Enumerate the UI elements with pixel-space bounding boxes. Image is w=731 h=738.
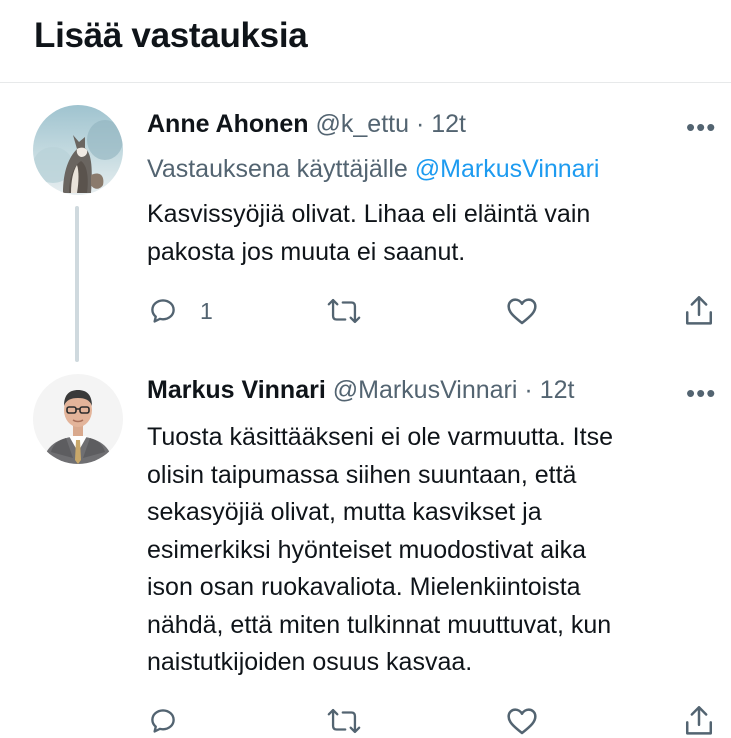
author-handle[interactable]: @k_ettu xyxy=(316,110,409,138)
replying-prefix: Vastauksena käyttäjälle xyxy=(147,155,408,183)
section-header: Lisää vastauksia xyxy=(0,0,731,83)
reply-icon xyxy=(151,709,175,733)
thread-connector-line xyxy=(75,206,79,362)
tweet-text: Tuosta käsittääkseni ei ole varmuutta. I… xyxy=(147,423,613,676)
reply-button[interactable]: 1 xyxy=(148,296,213,326)
section-title: Lisää vastauksia xyxy=(34,16,308,55)
heart-icon xyxy=(507,298,537,325)
reply-count: 1 xyxy=(200,297,213,324)
avatar-anne-ahonen[interactable] xyxy=(33,105,123,195)
tweet-time[interactable]: 12t xyxy=(540,376,575,404)
author-name[interactable]: Markus Vinnari xyxy=(147,376,326,404)
tweet-header: Markus Vinnari @MarkusVinnari · 12t xyxy=(147,376,574,405)
retweet-button[interactable] xyxy=(327,296,361,326)
separator-dot: · xyxy=(524,376,533,404)
separator-dot: · xyxy=(415,110,425,138)
share-button[interactable] xyxy=(683,704,715,738)
retweet-icon xyxy=(327,708,361,734)
share-icon xyxy=(685,706,713,735)
retweet-icon xyxy=(327,298,361,324)
like-button[interactable] xyxy=(506,296,538,326)
reply-icon xyxy=(151,299,175,323)
replying-to: Vastauksena käyttäjälle @MarkusVinnari xyxy=(147,155,599,184)
tweet-text: Kasvissyöjiä olivat. Lihaa eli eläintä v… xyxy=(147,200,591,266)
reply-button[interactable] xyxy=(148,706,178,736)
man-portrait-icon xyxy=(33,374,123,464)
tweet-header: Anne Ahonen @k_ettu · 12t xyxy=(147,110,466,139)
retweet-button[interactable] xyxy=(327,706,361,736)
more-options-icon[interactable]: ••• xyxy=(686,114,716,140)
fox-photo-icon xyxy=(33,105,123,195)
more-options-icon[interactable]: ••• xyxy=(686,380,716,406)
share-icon xyxy=(685,296,713,325)
like-button[interactable] xyxy=(506,706,538,736)
author-name[interactable]: Anne Ahonen xyxy=(147,110,309,138)
tweet-time[interactable]: 12t xyxy=(431,110,466,138)
heart-icon xyxy=(507,708,537,735)
author-handle[interactable]: @MarkusVinnari xyxy=(333,376,518,404)
avatar-markus-vinnari[interactable] xyxy=(33,374,123,464)
share-button[interactable] xyxy=(683,294,715,328)
replying-mention[interactable]: @MarkusVinnari xyxy=(415,155,600,183)
